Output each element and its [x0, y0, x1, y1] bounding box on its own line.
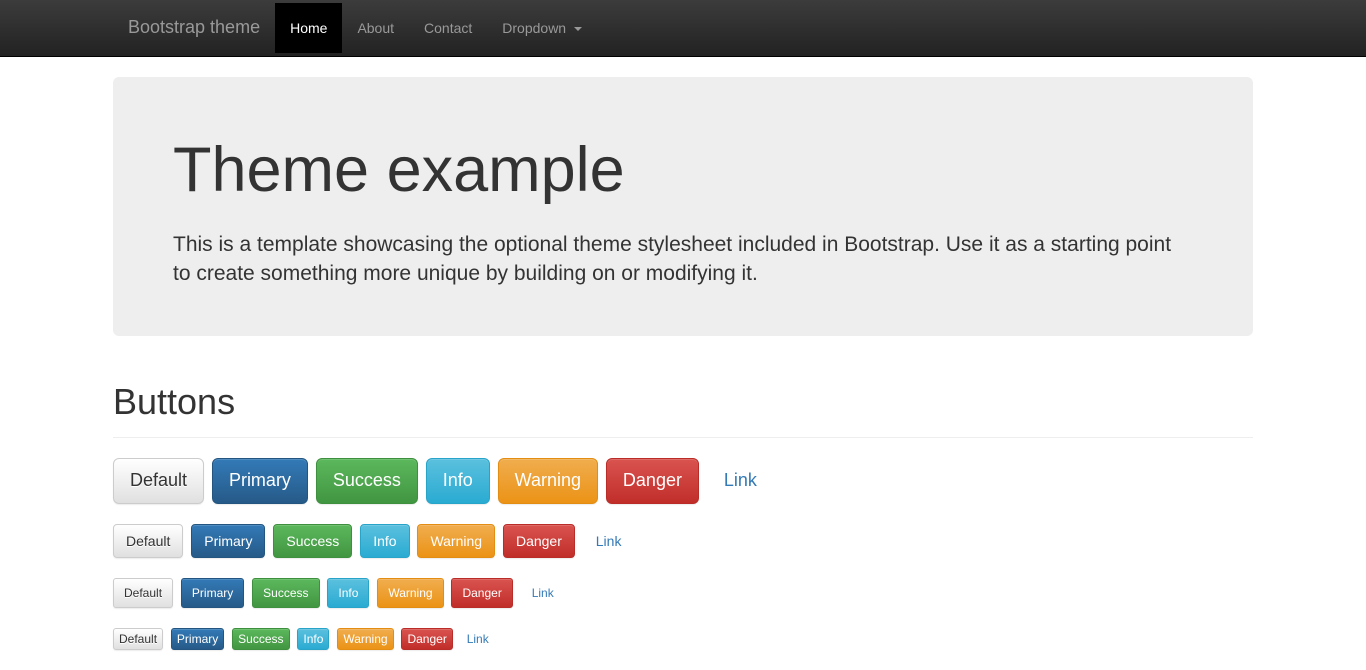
nav-link-dropdown[interactable]: Dropdown	[487, 3, 597, 53]
nav-link-contact[interactable]: Contact	[409, 3, 487, 53]
primary-button-sm[interactable]: Primary	[181, 578, 244, 608]
primary-button-md[interactable]: Primary	[191, 524, 265, 558]
default-button-sm[interactable]: Default	[113, 578, 173, 608]
navbar-brand[interactable]: Bootstrap theme	[113, 0, 275, 56]
info-button-lg[interactable]: Info	[426, 458, 490, 504]
success-button-lg[interactable]: Success	[316, 458, 418, 504]
default-button-xs[interactable]: Default	[113, 628, 163, 650]
success-button-xs[interactable]: Success	[232, 628, 289, 650]
button-row-sm: Default Primary Success Info Warning Dan…	[113, 578, 1253, 608]
nav-link-home[interactable]: Home	[275, 3, 342, 53]
link-button-xs[interactable]: Link	[461, 628, 495, 650]
jumbotron: Theme example This is a template showcas…	[113, 77, 1253, 337]
button-row-xs: Default Primary Success Info Warning Dan…	[113, 628, 1253, 650]
warning-button-md[interactable]: Warning	[417, 524, 495, 558]
info-button-xs[interactable]: Info	[297, 628, 329, 650]
warning-button-sm[interactable]: Warning	[377, 578, 443, 608]
warning-button-lg[interactable]: Warning	[498, 458, 598, 504]
link-button-sm[interactable]: Link	[521, 578, 565, 608]
success-button-sm[interactable]: Success	[252, 578, 319, 608]
button-row-lg: Default Primary Success Info Warning Dan…	[113, 458, 1253, 504]
success-button-md[interactable]: Success	[273, 524, 352, 558]
primary-button-xs[interactable]: Primary	[171, 628, 224, 650]
buttons-heading: Buttons	[113, 376, 1253, 427]
navbar: Bootstrap theme Home About Contact Dropd…	[0, 0, 1366, 57]
danger-button-xs[interactable]: Danger	[401, 628, 452, 650]
navbar-nav: Home About Contact Dropdown	[275, 3, 597, 53]
nav-item-contact[interactable]: Contact	[409, 3, 487, 53]
default-button-lg[interactable]: Default	[113, 458, 204, 504]
jumbotron-lead: This is a template showcasing the option…	[173, 230, 1193, 289]
link-button-md[interactable]: Link	[583, 524, 635, 558]
nav-item-about[interactable]: About	[342, 3, 409, 53]
info-button-md[interactable]: Info	[360, 524, 409, 558]
nav-item-dropdown[interactable]: Dropdown	[487, 3, 597, 53]
nav-dropdown-label: Dropdown	[502, 20, 566, 36]
warning-button-xs[interactable]: Warning	[337, 628, 393, 650]
page-header-buttons: Buttons	[113, 376, 1253, 437]
info-button-sm[interactable]: Info	[327, 578, 369, 608]
nav-item-home[interactable]: Home	[275, 3, 342, 53]
nav-link-about[interactable]: About	[342, 3, 409, 53]
link-button-lg[interactable]: Link	[707, 458, 774, 504]
caret-down-icon	[574, 27, 582, 31]
default-button-md[interactable]: Default	[113, 524, 183, 558]
danger-button-sm[interactable]: Danger	[451, 578, 512, 608]
primary-button-lg[interactable]: Primary	[212, 458, 308, 504]
danger-button-lg[interactable]: Danger	[606, 458, 699, 504]
button-row-md: Default Primary Success Info Warning Dan…	[113, 524, 1253, 558]
danger-button-md[interactable]: Danger	[503, 524, 575, 558]
jumbotron-title: Theme example	[173, 125, 1193, 215]
